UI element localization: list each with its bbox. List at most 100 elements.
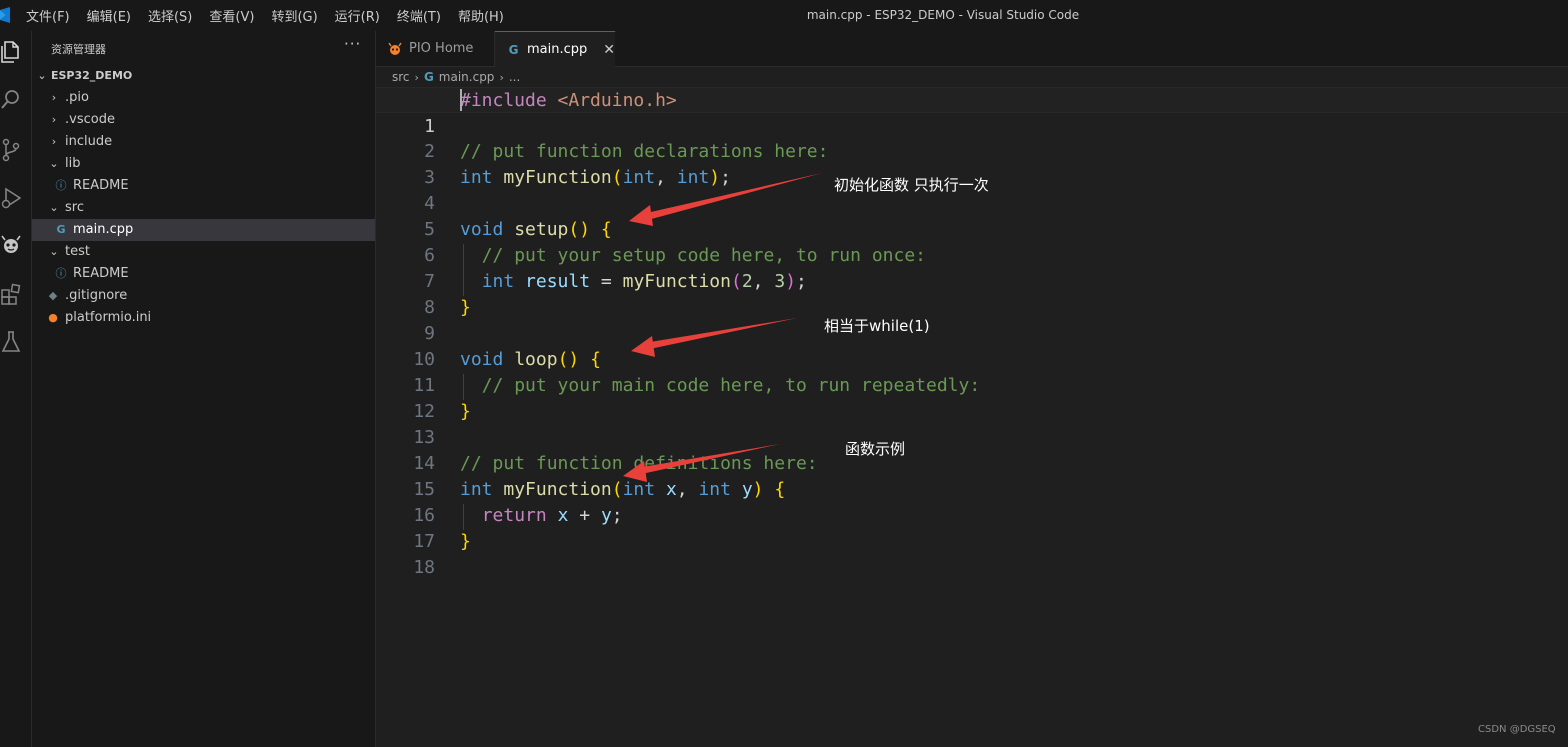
- menu-file[interactable]: 文件(F): [26, 6, 70, 25]
- annotation-function: 函数示例: [845, 440, 906, 458]
- testing-activity[interactable]: [0, 329, 22, 355]
- code-text: int myFunction(int x, int y) {: [460, 479, 786, 500]
- menu-view[interactable]: 查看(V): [209, 6, 254, 25]
- tree-file-gitignore[interactable]: ◆ .gitignore: [32, 285, 375, 307]
- files-icon: [1, 41, 19, 63]
- code-line: 18 }: [376, 529, 1568, 578]
- line-number: 18: [413, 557, 435, 578]
- menu-go[interactable]: 转到(G): [271, 6, 317, 25]
- tree-file-platformio-ini[interactable]: ● platformio.ini: [32, 307, 375, 329]
- chevron-down-icon: ⌄: [37, 69, 47, 82]
- code-text: // put your main code here, to run repea…: [481, 375, 981, 396]
- source-control-activity[interactable]: [0, 137, 22, 163]
- chevron-right-icon: ›: [414, 70, 419, 84]
- testing-icon: [1, 331, 21, 352]
- code-text: return x + y;: [481, 505, 623, 526]
- code-line: 6 void setup() {: [376, 217, 1568, 266]
- close-icon[interactable]: ✕: [603, 42, 615, 58]
- tree-root-esp32-demo[interactable]: ⌄ ESP32_DEMO: [32, 65, 375, 87]
- breadcrumb-folder[interactable]: src: [392, 70, 410, 84]
- menu-help[interactable]: 帮助(H): [458, 6, 504, 25]
- code-text: // put function declarations here:: [460, 141, 829, 162]
- cpp-file-icon: G: [508, 42, 519, 57]
- menu-terminal[interactable]: 终端(T): [397, 6, 441, 25]
- tree-folder-lib[interactable]: ⌄ lib: [32, 153, 375, 175]
- vscode-logo-icon: [0, 7, 10, 23]
- search-activity[interactable]: [0, 87, 22, 113]
- tree-folder-src[interactable]: ⌄ src: [32, 197, 375, 219]
- code-line: 9 }: [376, 295, 1568, 344]
- platformio-icon: [388, 42, 402, 56]
- tab-main-cpp[interactable]: G main.cpp ✕: [495, 31, 615, 67]
- info-icon: ⓘ: [55, 179, 67, 192]
- code-text: }: [460, 401, 471, 422]
- file-tree: ⌄ ESP32_DEMO › .pio › .vscode › include …: [32, 65, 375, 329]
- tree-folder-vscode[interactable]: › .vscode: [32, 109, 375, 131]
- source-control-icon: [2, 138, 20, 162]
- explorer-activity[interactable]: [0, 39, 22, 65]
- code-text: // put function definitions here:: [460, 453, 818, 474]
- chevron-right-icon: ›: [51, 91, 57, 104]
- code-line: 12 // put your main code here, to run re…: [376, 373, 1568, 422]
- breadcrumb-file[interactable]: main.cpp: [439, 70, 495, 84]
- code-text: int result = myFunction(2, 3);: [481, 271, 807, 292]
- tree-folder-test[interactable]: ⌄ test: [32, 241, 375, 263]
- code-text: }: [460, 297, 471, 318]
- chevron-down-icon: ⌄: [49, 157, 59, 170]
- code-line: 2: [376, 113, 1568, 162]
- code-text: // put your setup code here, to run once…: [481, 245, 927, 266]
- explorer-sidebar: 资源管理器 ··· ⌄ ESP32_DEMO › .pio › .vscode …: [32, 31, 376, 747]
- annotation-loop: 相当于while(1): [824, 317, 930, 335]
- git-file-icon: ◆: [48, 289, 58, 302]
- code-line: 16 int myFunction(int x, int y) {: [376, 477, 1568, 526]
- code-editor[interactable]: 1 #include <Arduino.h> 2 3 // put functi…: [376, 87, 1568, 578]
- menu-bar: 文件(F) 编辑(E) 选择(S) 查看(V) 转到(G) 运行(R) 终端(T…: [26, 0, 521, 31]
- cpp-file-icon: G: [423, 70, 434, 84]
- platformio-activity[interactable]: [0, 233, 22, 259]
- code-text: }: [460, 531, 471, 552]
- explorer-title: 资源管理器: [51, 43, 106, 56]
- breadcrumb: src › G main.cpp › ...: [392, 67, 520, 87]
- menu-run[interactable]: 运行(R): [335, 6, 380, 25]
- code-line: 13 }: [376, 399, 1568, 448]
- chevron-down-icon: ⌄: [49, 245, 59, 258]
- chevron-right-icon: ›: [51, 113, 57, 126]
- platformio-file-icon: ●: [48, 311, 58, 324]
- platformio-icon: [1, 235, 21, 253]
- annotation-setup: 初始化函数 只执行一次: [834, 176, 989, 194]
- code-line: 1 #include <Arduino.h>: [376, 87, 1568, 137]
- code-text: #include <Arduino.h>: [460, 90, 677, 111]
- chevron-down-icon: ⌄: [49, 201, 59, 214]
- code-line: 15 // put function definitions here:: [376, 451, 1568, 500]
- menu-edit[interactable]: 编辑(E): [87, 6, 131, 25]
- code-line: 14: [376, 425, 1568, 474]
- tab-pio-home[interactable]: PIO Home: [376, 31, 495, 66]
- extensions-activity[interactable]: [0, 281, 22, 307]
- cpp-file-icon: G: [56, 223, 66, 236]
- text-cursor: [460, 89, 462, 111]
- tree-folder-include[interactable]: › include: [32, 131, 375, 153]
- more-actions-icon[interactable]: ···: [344, 35, 361, 53]
- search-icon: [1, 90, 19, 109]
- tree-file-main-cpp[interactable]: G main.cpp: [32, 219, 375, 241]
- code-text: void setup() {: [460, 219, 612, 240]
- tree-file-lib-readme[interactable]: ⓘ README: [32, 175, 375, 197]
- code-text: void loop() {: [460, 349, 601, 370]
- run-debug-icon: [1, 187, 21, 209]
- extensions-icon: [1, 283, 21, 305]
- tree-file-test-readme[interactable]: ⓘ README: [32, 263, 375, 285]
- info-icon: ⓘ: [55, 267, 67, 280]
- editor-tab-bar: PIO Home G main.cpp ✕: [376, 31, 1568, 67]
- code-text: int myFunction(int, int);: [460, 167, 731, 188]
- code-line: 17 return x + y;: [376, 503, 1568, 552]
- tree-folder-pio[interactable]: › .pio: [32, 87, 375, 109]
- code-line: 10: [376, 321, 1568, 370]
- chevron-right-icon: ›: [499, 70, 504, 84]
- breadcrumb-symbols[interactable]: ...: [509, 70, 520, 84]
- run-debug-activity[interactable]: [0, 185, 22, 211]
- chevron-right-icon: ›: [51, 135, 57, 148]
- activity-bar: [0, 31, 32, 747]
- menu-selection[interactable]: 选择(S): [148, 6, 192, 25]
- watermark: CSDN @DGSEQ: [1478, 724, 1556, 735]
- code-line: 11 void loop() {: [376, 347, 1568, 396]
